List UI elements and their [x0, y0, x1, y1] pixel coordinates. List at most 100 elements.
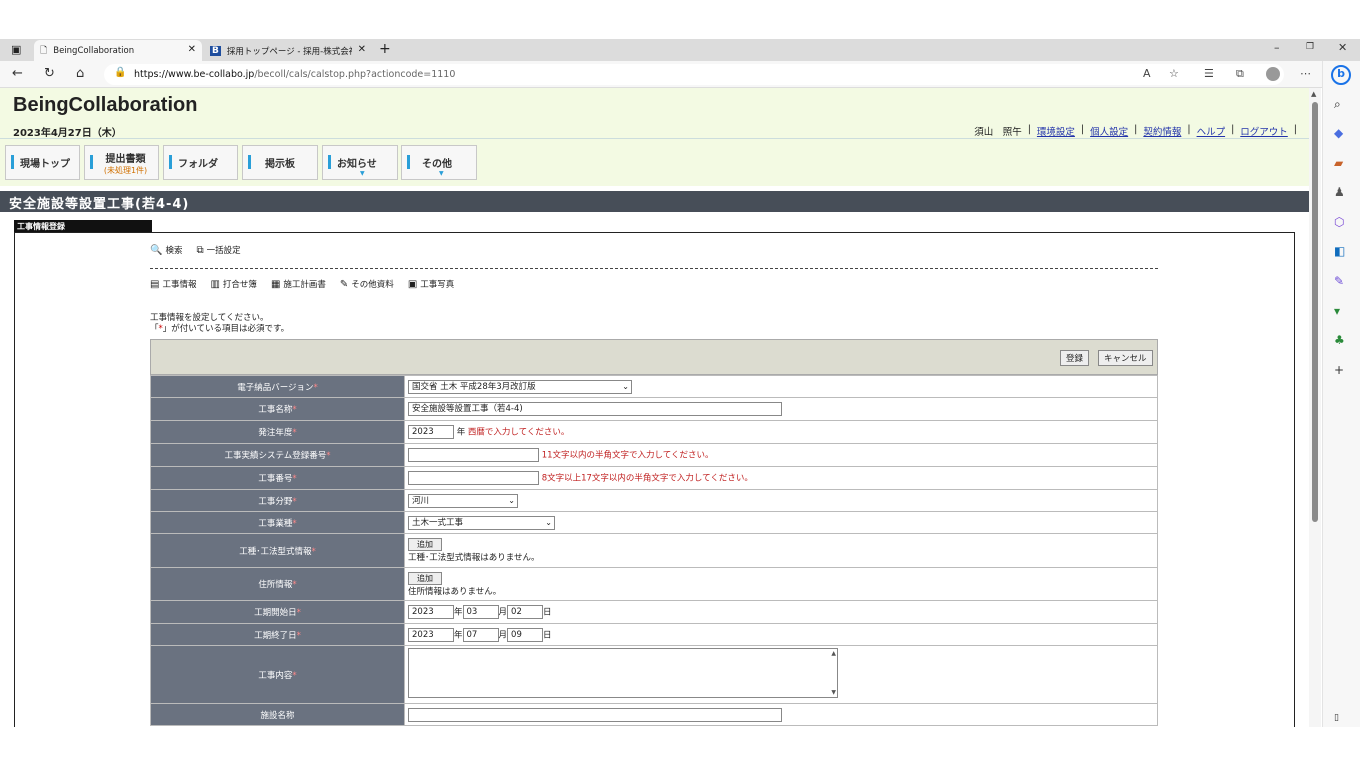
project-name-input[interactable]: 安全施設等設置工事（若4-4)	[408, 402, 782, 416]
bulk-settings-tool[interactable]: ⧉ 一括設定	[196, 244, 240, 257]
menu-bulletin[interactable]: 掲示板	[242, 145, 318, 180]
scroll-thumb[interactable]	[1312, 102, 1318, 522]
tag-icon[interactable]: ◆	[1334, 126, 1343, 140]
close-tab-icon[interactable]: ✕	[358, 44, 366, 55]
minimize-icon[interactable]: –	[1274, 41, 1280, 54]
instructions: 工事情報を設定してください。 「*」が付いている項目は必須です。	[150, 313, 290, 334]
project-number-input[interactable]	[408, 471, 539, 485]
favorites-icon[interactable]: ☰	[1204, 67, 1214, 80]
designer-icon[interactable]: ✎	[1334, 274, 1344, 288]
scroll-up-icon[interactable]: ▲	[1311, 90, 1316, 98]
start-month-input[interactable]: 03	[462, 605, 499, 619]
start-day-input[interactable]: 02	[507, 605, 544, 619]
project-content-textarea[interactable]: ▲ ▼	[408, 648, 838, 698]
letterbox-top	[0, 0, 1360, 39]
url-field[interactable]: 🔒 https://www.be-collabo.jp/becoll/cals/…	[104, 64, 1284, 85]
facility-name-input[interactable]	[408, 707, 782, 722]
new-tab-icon[interactable]: +	[379, 41, 391, 57]
favorite-add-icon[interactable]: ☆	[1169, 67, 1179, 80]
browser-tab-bar: ▣ 🗋 BeingCollaboration ✕ B 採用トップページ - 採用…	[0, 39, 1360, 61]
link-personal-settings[interactable]: 個人設定	[1090, 124, 1128, 138]
address-bar: ← ↻ ⌂ 🔒 https://www.be-collabo.jp/becoll…	[0, 61, 1360, 88]
start-year-input[interactable]: 2023	[408, 605, 454, 619]
end-day-input[interactable]: 09	[507, 627, 544, 642]
link-help[interactable]: ヘルプ	[1197, 124, 1226, 138]
photo-icon: ▣	[407, 278, 418, 290]
more-menu-icon[interactable]: ⋯	[1300, 67, 1311, 80]
browser-tab-active[interactable]: 🗋 BeingCollaboration ✕	[34, 40, 202, 61]
industry-type-select[interactable]: 土木一式工事 ⌄	[408, 515, 555, 530]
end-year-input[interactable]: 2023	[408, 627, 454, 642]
copy-icon: ⧉	[196, 244, 204, 256]
tool-project-info[interactable]: ▤ 工事情報	[150, 278, 196, 291]
browser-tab[interactable]: B 採用トップページ - 採用-株式会社L ✕	[204, 40, 372, 61]
edit-doc-icon: ✎	[339, 278, 349, 290]
sidebar-toggle-icon[interactable]: ▯	[1334, 713, 1339, 723]
web-page: BeingCollaboration 2023年4月27日（木） 須山 照午 | …	[0, 88, 1309, 727]
tab-title: 採用トップページ - 採用-株式会社L	[226, 46, 352, 57]
field-select[interactable]: 河川 ⌄	[408, 493, 518, 508]
menu-news[interactable]: お知らせ ▼	[322, 145, 398, 180]
menu-site-top[interactable]: 現場トップ	[5, 145, 80, 180]
people-icon[interactable]: ♟	[1334, 185, 1345, 199]
page-title: 安全施設等設置工事(若4-4)	[0, 191, 1309, 212]
link-env-settings[interactable]: 環境設定	[1037, 124, 1075, 138]
collections-icon[interactable]: ⧉	[1236, 67, 1244, 81]
back-icon[interactable]: ←	[12, 66, 23, 81]
tool-row-docs: ▤ 工事情報 ▥ 打合せ簿 ▦ 施工計画書 ✎ その他資料 ▣ 工事写真	[150, 278, 454, 291]
tool-photos[interactable]: ▣ 工事写真	[407, 278, 454, 291]
url-host: https://www.be-collabo.jp	[134, 69, 255, 80]
project-info-icon: ▤	[150, 278, 160, 290]
restore-icon[interactable]: ❐	[1306, 42, 1314, 52]
link-logout[interactable]: ログアウト	[1240, 124, 1288, 138]
add-address-button[interactable]: 追加	[408, 571, 442, 585]
bing-icon[interactable]: b	[1331, 65, 1351, 85]
page-icon: 🗋	[40, 45, 48, 56]
system-number-input[interactable]	[408, 448, 539, 462]
tool-other-docs[interactable]: ✎ その他資料	[339, 278, 394, 291]
version-select[interactable]: 国交省 土木 平成28年3月改訂版 ⌄	[408, 379, 632, 394]
tab-actions-icon[interactable]: ▣	[11, 43, 21, 56]
search-icon[interactable]: ⌕	[1334, 97, 1341, 112]
office-icon[interactable]: ⬡	[1334, 215, 1344, 229]
end-month-input[interactable]: 07	[462, 627, 499, 642]
notebook-icon: ▥	[210, 278, 220, 290]
menu-other[interactable]: その他 ▼	[401, 145, 477, 180]
profile-avatar[interactable]	[1266, 67, 1280, 81]
project-form: 登録 キャンセル 電子納品バージョン* 国交省 土木 平成28年3月改訂版 ⌄ 工…	[150, 339, 1158, 726]
read-aloud-icon[interactable]: A	[1143, 67, 1151, 80]
section-tab: 工事情報登録	[14, 220, 152, 232]
tool-construction-plan[interactable]: ▦ 施工計画書	[271, 278, 326, 291]
link-contract-info[interactable]: 契約情報	[1143, 124, 1181, 138]
b-favicon-icon: B	[210, 45, 221, 56]
menu-folder[interactable]: フォルダ	[163, 145, 238, 180]
tool-meeting-notes[interactable]: ▥ 打合せ簿	[210, 278, 256, 291]
tree-icon[interactable]: ♣	[1334, 333, 1345, 347]
form-header: 登録 キャンセル	[150, 339, 1158, 375]
cancel-button[interactable]: キャンセル	[1098, 350, 1153, 366]
chevron-down-icon: ⌄	[622, 381, 629, 391]
close-tab-icon[interactable]: ✕	[188, 44, 196, 55]
site-logo[interactable]: BeingCollaboration	[13, 94, 197, 117]
site-header: BeingCollaboration 2023年4月27日（木） 須山 照午 | …	[0, 88, 1309, 139]
outlook-icon[interactable]: ◧	[1334, 244, 1345, 258]
add-method-button[interactable]: 追加	[408, 538, 442, 551]
refresh-icon[interactable]: ↻	[44, 66, 55, 81]
order-year-input[interactable]: 2023	[408, 425, 454, 439]
menu-documents[interactable]: 提出書類 (未処理1件)	[84, 145, 159, 180]
home-icon[interactable]: ⌂	[76, 66, 84, 81]
window-close-icon[interactable]: ✕	[1338, 41, 1347, 54]
url-path: /becoll/cals/calstop.php?actioncode=1110	[254, 69, 456, 80]
tool-row-top: 🔍 検索 ⧉ 一括設定	[150, 244, 241, 257]
register-button[interactable]: 登録	[1060, 350, 1090, 366]
shopping-icon[interactable]: ▰	[1334, 156, 1343, 170]
add-sidebar-icon[interactable]: +	[1334, 363, 1344, 377]
browser-sidebar: b ⌕ ◆ ▰ ♟ ⬡ ◧ ✎ ▾ ♣ + ▯	[1322, 61, 1360, 727]
letterbox-bottom	[0, 727, 1360, 766]
user-nav: 須山 照午 | 環境設定 | 個人設定 | 契約情報 | ヘルプ | ログアウト |	[974, 124, 1297, 138]
chevron-down-icon: ⌄	[508, 495, 515, 505]
page-scrollbar[interactable]: ▲	[1309, 88, 1321, 727]
main-menu: 現場トップ 提出書類 (未処理1件) フォルダ 掲示板 お知らせ ▼ その他 ▼	[0, 138, 1309, 186]
search-tool[interactable]: 🔍 検索	[150, 244, 182, 257]
games-icon[interactable]: ▾	[1334, 304, 1340, 318]
